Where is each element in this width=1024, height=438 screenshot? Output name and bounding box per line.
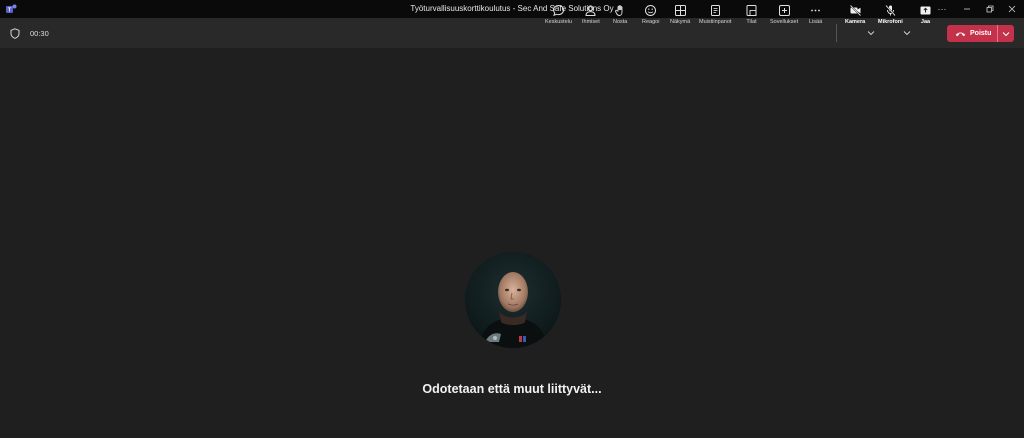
title-bar: T Työturvallisuuskorttikoulutus - Sec An… <box>0 0 1024 18</box>
microphone-options-chevron-icon[interactable] <box>903 30 911 36</box>
chat-button[interactable]: Keskustelu <box>545 2 572 28</box>
participant-avatar <box>465 252 561 348</box>
waiting-status-text: Odotetaan että muut liittyvät... <box>422 382 602 396</box>
camera-off-icon <box>849 4 861 17</box>
more-icon <box>811 9 820 12</box>
apps-label: Sovellukset <box>770 19 799 25</box>
notes-button[interactable]: Muistiinpanot <box>699 2 731 28</box>
share-button[interactable]: Jaa <box>919 2 932 28</box>
apps-button[interactable]: Sovellukset <box>770 2 798 28</box>
window-title: Työturvallisuuskorttikoulutus - Sec And … <box>410 4 614 13</box>
meeting-stage <box>0 48 1024 438</box>
microphone-label: Mikrofoni <box>878 19 903 25</box>
raise-hand-icon <box>614 5 623 16</box>
grid-view-icon <box>674 5 686 16</box>
more-label: Lisää <box>809 19 823 25</box>
restore-icon[interactable] <box>978 0 1002 18</box>
camera-label: Kamera <box>845 19 866 25</box>
more-button[interactable]: Lisää <box>809 2 822 28</box>
raise-hand-button[interactable]: Nosta <box>613 2 627 28</box>
notes-label: Muistiinpanot <box>699 19 732 25</box>
rooms-label: Tilat <box>746 19 757 25</box>
rooms-button[interactable]: Tilat <box>745 2 758 28</box>
toolbar-separator <box>836 24 837 42</box>
react-button[interactable]: Reagoi <box>642 2 659 28</box>
notes-icon <box>710 5 720 16</box>
minimize-icon[interactable] <box>955 0 979 18</box>
leave-options-chevron-icon[interactable] <box>998 31 1014 37</box>
leave-main-button[interactable]: Poistu <box>947 25 997 42</box>
chat-icon <box>552 4 564 17</box>
smiley-icon <box>645 5 657 16</box>
leave-button[interactable]: Poistu <box>947 25 1014 42</box>
camera-options-chevron-icon[interactable] <box>867 30 875 36</box>
chat-label: Keskustelu <box>545 19 572 25</box>
react-label: Reagoi <box>642 19 660 25</box>
share-screen-icon <box>920 6 931 15</box>
people-button[interactable]: Ihmiset <box>582 2 600 28</box>
shield-icon <box>10 28 20 39</box>
rooms-icon <box>746 5 757 16</box>
people-icon <box>585 5 596 16</box>
camera-button[interactable]: Kamera <box>845 2 865 28</box>
close-icon[interactable] <box>1000 0 1024 18</box>
view-button[interactable]: Näkymä <box>670 2 690 28</box>
meeting-timer: 00:30 <box>30 29 49 38</box>
raise-hand-label: Nosta <box>613 19 628 25</box>
microphone-off-icon <box>885 4 896 17</box>
people-label: Ihmiset <box>582 19 600 25</box>
microphone-button[interactable]: Mikrofoni <box>878 2 903 28</box>
more-options-icon[interactable]: ··· <box>930 0 954 18</box>
add-app-icon <box>778 5 790 16</box>
leave-label: Poistu <box>970 30 992 37</box>
share-label: Jaa <box>920 19 931 25</box>
view-label: Näkymä <box>670 19 691 25</box>
hang-up-icon <box>955 32 966 36</box>
